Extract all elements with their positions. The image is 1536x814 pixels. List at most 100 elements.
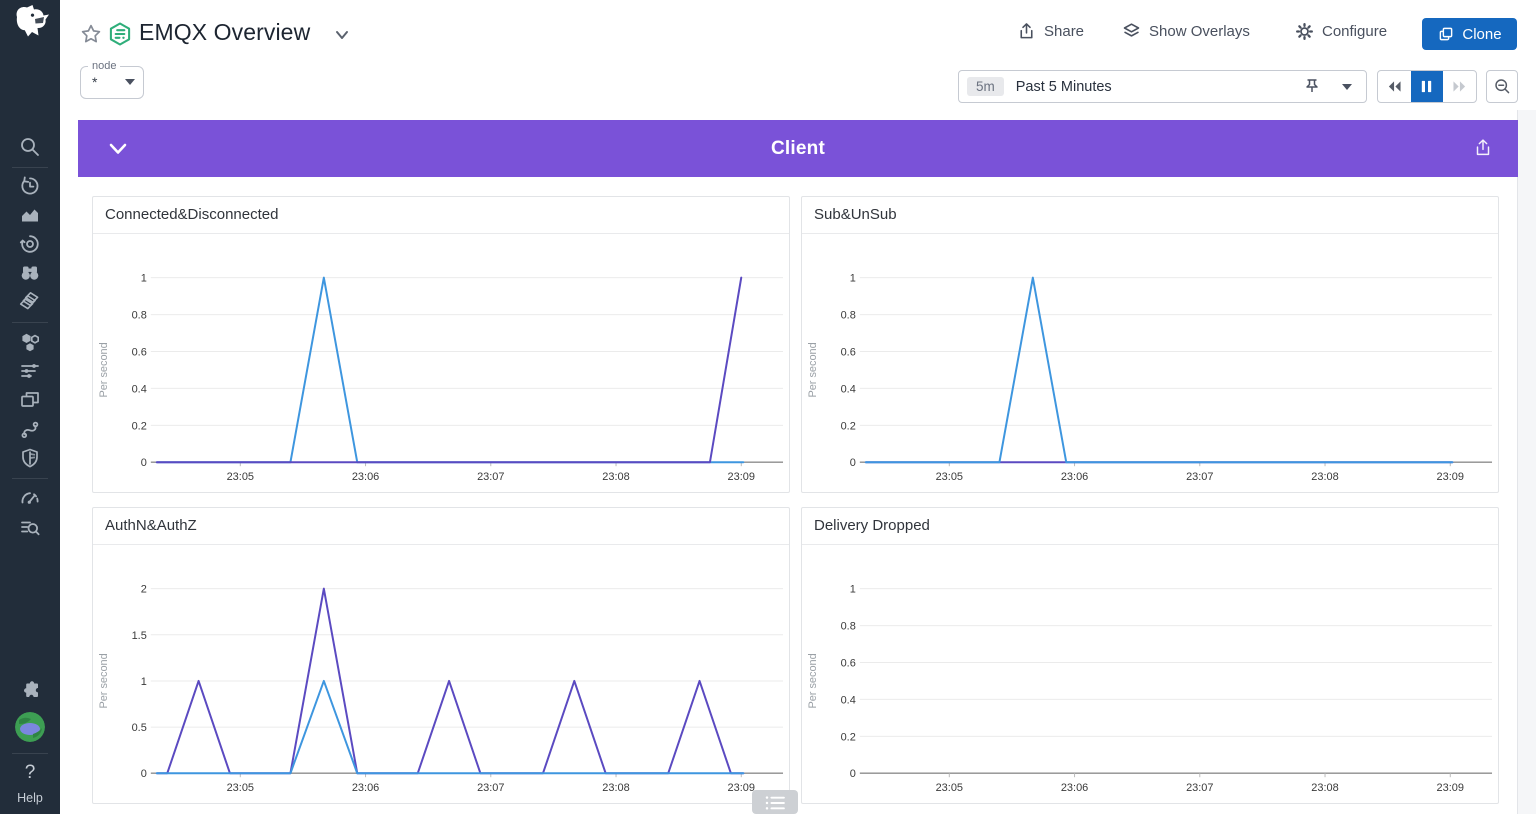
svg-text:0.4: 0.4 (132, 383, 147, 395)
svg-text:0.4: 0.4 (841, 383, 856, 395)
chart-title[interactable]: Delivery Dropped (802, 508, 1498, 545)
time-range-picker[interactable]: 5m Past 5 Minutes (958, 70, 1367, 103)
watchdog-icon[interactable] (18, 261, 42, 285)
integrations-icon[interactable] (18, 678, 42, 702)
svg-text:0.8: 0.8 (132, 310, 147, 322)
event-stream-icon[interactable] (18, 359, 42, 383)
configure-label: Configure (1322, 23, 1387, 40)
user-avatar[interactable] (15, 712, 45, 742)
page-background-strip (1517, 110, 1536, 814)
svg-text:0.8: 0.8 (841, 310, 856, 322)
sidebar-divider (12, 322, 48, 323)
svg-text:0: 0 (141, 768, 147, 780)
svg-text:23:05: 23:05 (936, 471, 963, 483)
chart-card-connected-disconnected: Connected&Disconnected 00.20.40.60.8123:… (92, 196, 790, 493)
chart-plot-area[interactable]: 00.20.40.60.8123:0523:0623:0723:0823:09P… (802, 234, 1498, 492)
time-range-badge: 5m (967, 77, 1004, 96)
legend-toggle-button[interactable] (752, 790, 798, 814)
svg-text:23:07: 23:07 (1186, 782, 1213, 794)
gear-icon (1294, 21, 1315, 42)
clone-button[interactable]: Clone (1422, 18, 1517, 50)
search-icon[interactable] (18, 135, 42, 159)
template-variable-node[interactable]: node * (80, 66, 144, 99)
svg-text:23:09: 23:09 (1437, 782, 1464, 794)
chart-plot-area[interactable]: 00.20.40.60.8123:0523:0623:0723:0823:09P… (93, 234, 789, 492)
rewind-icon (1385, 77, 1404, 96)
svg-text:0.6: 0.6 (841, 657, 856, 669)
share-icon (1016, 21, 1037, 42)
fast-forward-icon (1450, 77, 1469, 96)
svg-text:0.8: 0.8 (841, 621, 856, 633)
group-collapse-chevron-icon[interactable] (104, 135, 132, 163)
help-label[interactable]: Help (0, 791, 60, 805)
svg-text:23:06: 23:06 (1061, 782, 1088, 794)
svg-text:0.2: 0.2 (841, 731, 856, 743)
monitors-icon[interactable] (18, 486, 42, 510)
synthetics-icon[interactable] (18, 417, 42, 441)
security-icon[interactable] (18, 446, 42, 470)
log-search-icon[interactable] (18, 516, 42, 540)
favorite-star-icon[interactable] (79, 22, 103, 46)
clone-label: Clone (1462, 26, 1501, 43)
template-variable-value: * (92, 74, 97, 90)
group-band: Client (78, 120, 1518, 177)
dashboards-icon[interactable] (18, 388, 42, 412)
chart-card-sub-unsub: Sub&UnSub 00.20.40.60.8123:0523:0623:072… (801, 196, 1499, 493)
svg-text:1: 1 (141, 273, 147, 285)
time-nav-group (1377, 70, 1477, 103)
svg-text:1: 1 (850, 584, 856, 596)
template-variable-label: node (88, 60, 120, 72)
history-icon[interactable] (18, 174, 42, 198)
svg-text:Per second: Per second (807, 342, 819, 397)
svg-text:2: 2 (141, 584, 147, 596)
configure-button[interactable]: Configure (1294, 21, 1387, 42)
time-backward-button[interactable] (1378, 71, 1411, 102)
emqx-logo-icon (107, 21, 133, 47)
group-export-icon[interactable] (1472, 137, 1494, 159)
zoom-out-icon (1493, 77, 1512, 96)
svg-text:0: 0 (850, 768, 856, 780)
infrastructure-icon[interactable] (18, 330, 42, 354)
time-range-caret-icon[interactable] (1342, 84, 1352, 90)
datadog-logo[interactable] (8, 2, 52, 48)
svg-text:23:07: 23:07 (1186, 471, 1213, 483)
time-pause-button[interactable] (1411, 71, 1444, 102)
svg-text:23:06: 23:06 (352, 471, 379, 483)
chart-title[interactable]: Sub&UnSub (802, 197, 1498, 234)
chart-card-delivery-dropped: Delivery Dropped 00.20.40.60.8123:0523:0… (801, 507, 1499, 804)
sidebar-divider (12, 167, 48, 168)
overlays-icon (1121, 21, 1142, 42)
page-title[interactable]: EMQX Overview (139, 19, 310, 46)
svg-text:0.4: 0.4 (841, 694, 856, 706)
svg-text:23:06: 23:06 (1061, 471, 1088, 483)
zoom-out-button[interactable] (1486, 70, 1518, 103)
show-overlays-button[interactable]: Show Overlays (1121, 21, 1250, 42)
svg-text:Per second: Per second (807, 653, 819, 708)
chart-plot-area[interactable]: 00.511.5223:0523:0623:0723:0823:09Per se… (93, 545, 789, 803)
svg-text:23:07: 23:07 (477, 471, 504, 483)
chart-title[interactable]: Connected&Disconnected (93, 197, 789, 234)
svg-text:23:08: 23:08 (1311, 471, 1338, 483)
svg-text:1: 1 (141, 676, 147, 688)
svg-text:0: 0 (850, 457, 856, 469)
share-button[interactable]: Share (1016, 21, 1084, 42)
apm-icon[interactable] (18, 232, 42, 256)
metrics-icon[interactable] (18, 203, 42, 227)
clone-icon (1437, 25, 1455, 43)
title-chevron-down-icon[interactable] (333, 28, 351, 42)
time-forward-button[interactable] (1443, 71, 1476, 102)
pin-icon[interactable] (1302, 76, 1322, 96)
svg-text:23:09: 23:09 (728, 782, 755, 794)
svg-text:1.5: 1.5 (132, 630, 147, 642)
help-icon[interactable]: ? (0, 762, 60, 784)
chart-plot-area[interactable]: 00.20.40.60.8123:0523:0623:0723:0823:09P… (802, 545, 1498, 803)
chart-title[interactable]: AuthN&AuthZ (93, 508, 789, 545)
svg-text:Per second: Per second (98, 653, 110, 708)
svg-text:0.6: 0.6 (132, 346, 147, 358)
svg-text:23:06: 23:06 (352, 782, 379, 794)
svg-text:1: 1 (850, 273, 856, 285)
sidebar-divider (12, 478, 48, 479)
logs-icon[interactable] (18, 290, 42, 314)
group-title: Client (78, 138, 1518, 160)
svg-text:23:05: 23:05 (227, 471, 254, 483)
